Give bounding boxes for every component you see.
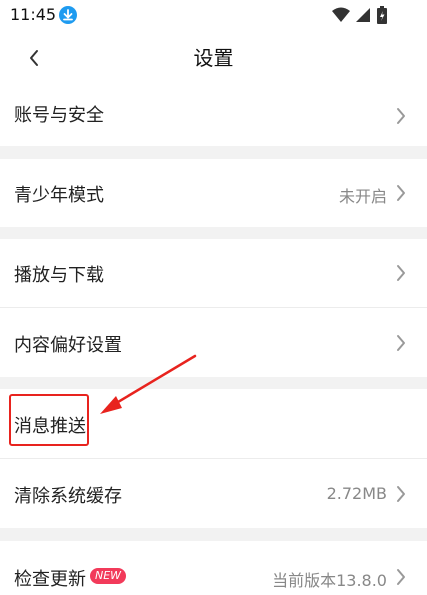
annotation-arrow	[100, 354, 197, 414]
